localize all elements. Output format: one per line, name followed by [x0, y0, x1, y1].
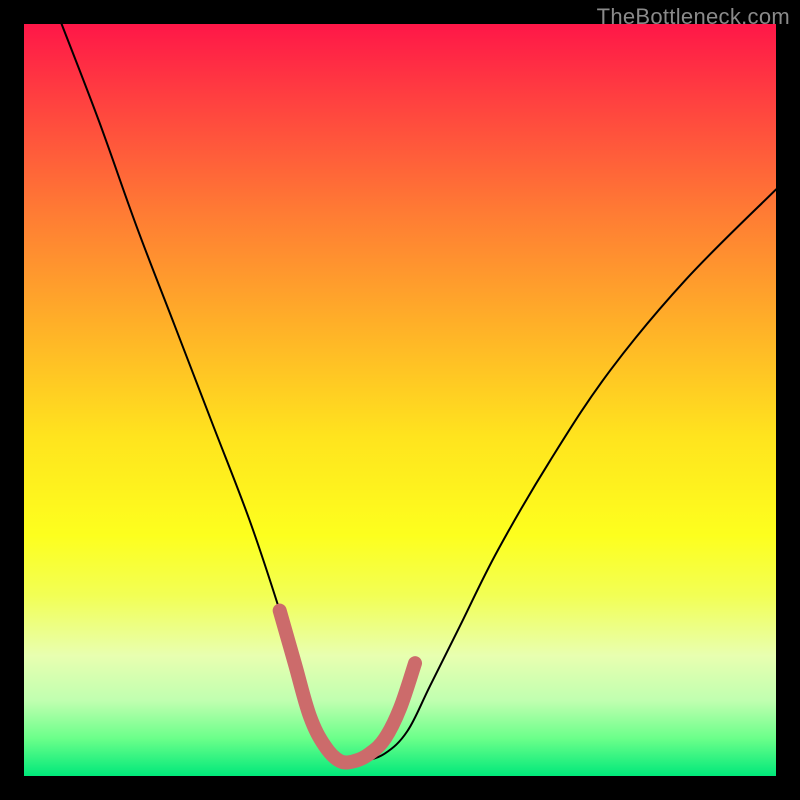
chart-svg [24, 24, 776, 776]
bottleneck-curve-line [62, 24, 776, 762]
chart-plot-area [24, 24, 776, 776]
watermark-text: TheBottleneck.com [597, 4, 790, 30]
trough-highlight-line [280, 611, 415, 763]
